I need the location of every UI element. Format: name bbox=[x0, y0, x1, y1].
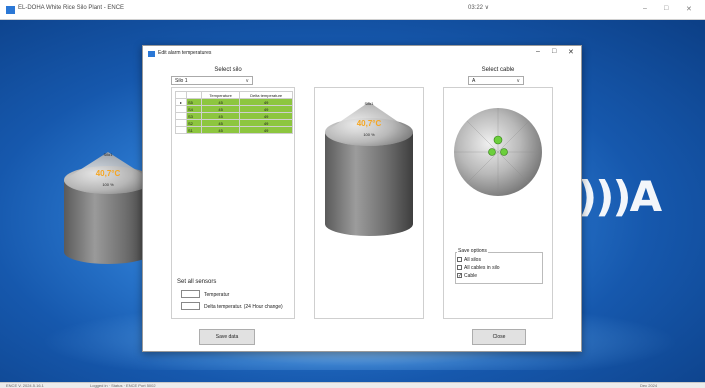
dialog-close-button[interactable]: ✕ bbox=[568, 48, 574, 56]
table-row[interactable]: S4 45 49 bbox=[175, 105, 293, 113]
background-silo-name: Silo1 bbox=[104, 152, 114, 157]
clock-dropdown[interactable]: 03:22 ∨ bbox=[468, 4, 489, 11]
temperature-cell[interactable]: 45 bbox=[200, 98, 241, 106]
table-header-temperature: Temperature bbox=[200, 91, 241, 99]
status-date: Dec 2024 bbox=[640, 383, 658, 388]
temperature-cell[interactable]: 45 bbox=[200, 105, 241, 113]
background-silo-temperature: 40,7°C bbox=[96, 169, 121, 178]
all-silos-checkbox[interactable] bbox=[457, 257, 462, 262]
cable-checkbox-label: Cable bbox=[464, 273, 478, 279]
sensor-id: S1 bbox=[186, 126, 202, 134]
all-silos-label: All silos bbox=[464, 257, 481, 263]
temperature-cell[interactable]: 45 bbox=[200, 126, 241, 134]
temperature-cell[interactable]: 45 bbox=[200, 112, 241, 120]
dialog-minimize-button[interactable]: – bbox=[536, 48, 540, 55]
close-dialog-button[interactable]: Close bbox=[472, 329, 526, 345]
minimize-button[interactable]: – bbox=[643, 5, 647, 12]
background-silo-percent: 100 % bbox=[102, 182, 114, 187]
table-corner bbox=[175, 91, 187, 99]
silo-preview[interactable]: Silo1 40,7°C 100 % bbox=[317, 94, 421, 239]
preview-silo-percent: 100 % bbox=[363, 132, 375, 137]
delta-cell[interactable]: 49 bbox=[239, 98, 293, 106]
table-row[interactable]: S3 45 49 bbox=[175, 112, 293, 120]
row-header bbox=[175, 126, 187, 134]
temperature-input-label: Temperatur bbox=[204, 292, 230, 298]
status-version: ENCE V. 2024.5.16.1 bbox=[6, 383, 44, 388]
table-header-sensor bbox=[186, 91, 202, 99]
sensor-id: S5 bbox=[186, 98, 202, 106]
close-button[interactable]: ✕ bbox=[686, 5, 692, 13]
cable-a-marker[interactable] bbox=[493, 135, 503, 145]
row-header bbox=[175, 119, 187, 127]
all-cables-checkbox[interactable] bbox=[457, 265, 462, 270]
delta-cell[interactable]: 49 bbox=[239, 112, 293, 120]
app-title: EL-DOHA White Rice Silo Plant - ENCE bbox=[18, 5, 125, 11]
delta-temperature-input-label: Delta temperatur. (24 Hour change) bbox=[204, 304, 283, 310]
sensor-id: S2 bbox=[186, 119, 202, 127]
maximize-button[interactable]: □ bbox=[664, 5, 668, 12]
table-header-delta: Delta temperature bbox=[239, 91, 293, 99]
cable-checkbox[interactable]: ✓ bbox=[457, 273, 462, 279]
cable-b-marker[interactable] bbox=[488, 148, 496, 156]
chevron-down-icon: ∨ bbox=[245, 78, 249, 84]
cable-select-value: A bbox=[472, 78, 476, 84]
dialog-icon bbox=[148, 51, 155, 57]
status-connection: Logged in · Status · ENCE Port 5002 bbox=[90, 383, 156, 388]
delta-temperature-input[interactable] bbox=[181, 302, 200, 310]
table-row[interactable]: S1 45 49 bbox=[175, 126, 293, 134]
dialog-title: Edit alarm temperatures bbox=[158, 50, 212, 56]
dialog-maximize-button[interactable]: □ bbox=[552, 48, 556, 55]
select-cable-label: Select cable bbox=[481, 67, 515, 73]
row-header bbox=[175, 105, 187, 113]
cable-c-marker[interactable] bbox=[500, 148, 508, 156]
chevron-down-icon: ∨ bbox=[516, 78, 520, 84]
preview-silo-temperature: 40,7°C bbox=[357, 119, 382, 128]
all-cables-label: All cables in silo bbox=[464, 265, 500, 271]
select-silo-label: Select silo bbox=[214, 67, 242, 73]
save-options-title: Save options bbox=[457, 248, 488, 254]
app-icon bbox=[6, 6, 15, 14]
temperature-cell[interactable]: 45 bbox=[200, 119, 241, 127]
brand-logo: )))A bbox=[578, 172, 662, 221]
row-selector-icon: ▸ bbox=[175, 98, 187, 106]
save-data-button[interactable]: Save data bbox=[199, 329, 255, 345]
set-all-sensors-title: Set all sensors bbox=[177, 279, 217, 285]
table-row[interactable]: ▸ S5 45 49 bbox=[175, 98, 293, 106]
silo-select[interactable]: Silo 1 ∨ bbox=[171, 76, 253, 85]
silo-select-value: Silo 1 bbox=[175, 78, 188, 84]
edit-alarm-dialog: Edit alarm temperatures – □ ✕ Select sil… bbox=[142, 45, 582, 352]
sensor-table[interactable]: Temperature Delta temperature ▸ S5 45 49… bbox=[175, 91, 293, 134]
sensor-id: S3 bbox=[186, 112, 202, 120]
preview-silo-name: Silo1 bbox=[365, 101, 375, 106]
delta-cell[interactable]: 49 bbox=[239, 105, 293, 113]
silo-top-view[interactable] bbox=[452, 106, 544, 198]
temperature-input[interactable] bbox=[181, 290, 200, 298]
sensor-id: S4 bbox=[186, 105, 202, 113]
row-header bbox=[175, 112, 187, 120]
delta-cell[interactable]: 49 bbox=[239, 126, 293, 134]
cable-select[interactable]: A ∨ bbox=[468, 76, 524, 85]
delta-cell[interactable]: 49 bbox=[239, 119, 293, 127]
table-row[interactable]: S2 45 49 bbox=[175, 119, 293, 127]
